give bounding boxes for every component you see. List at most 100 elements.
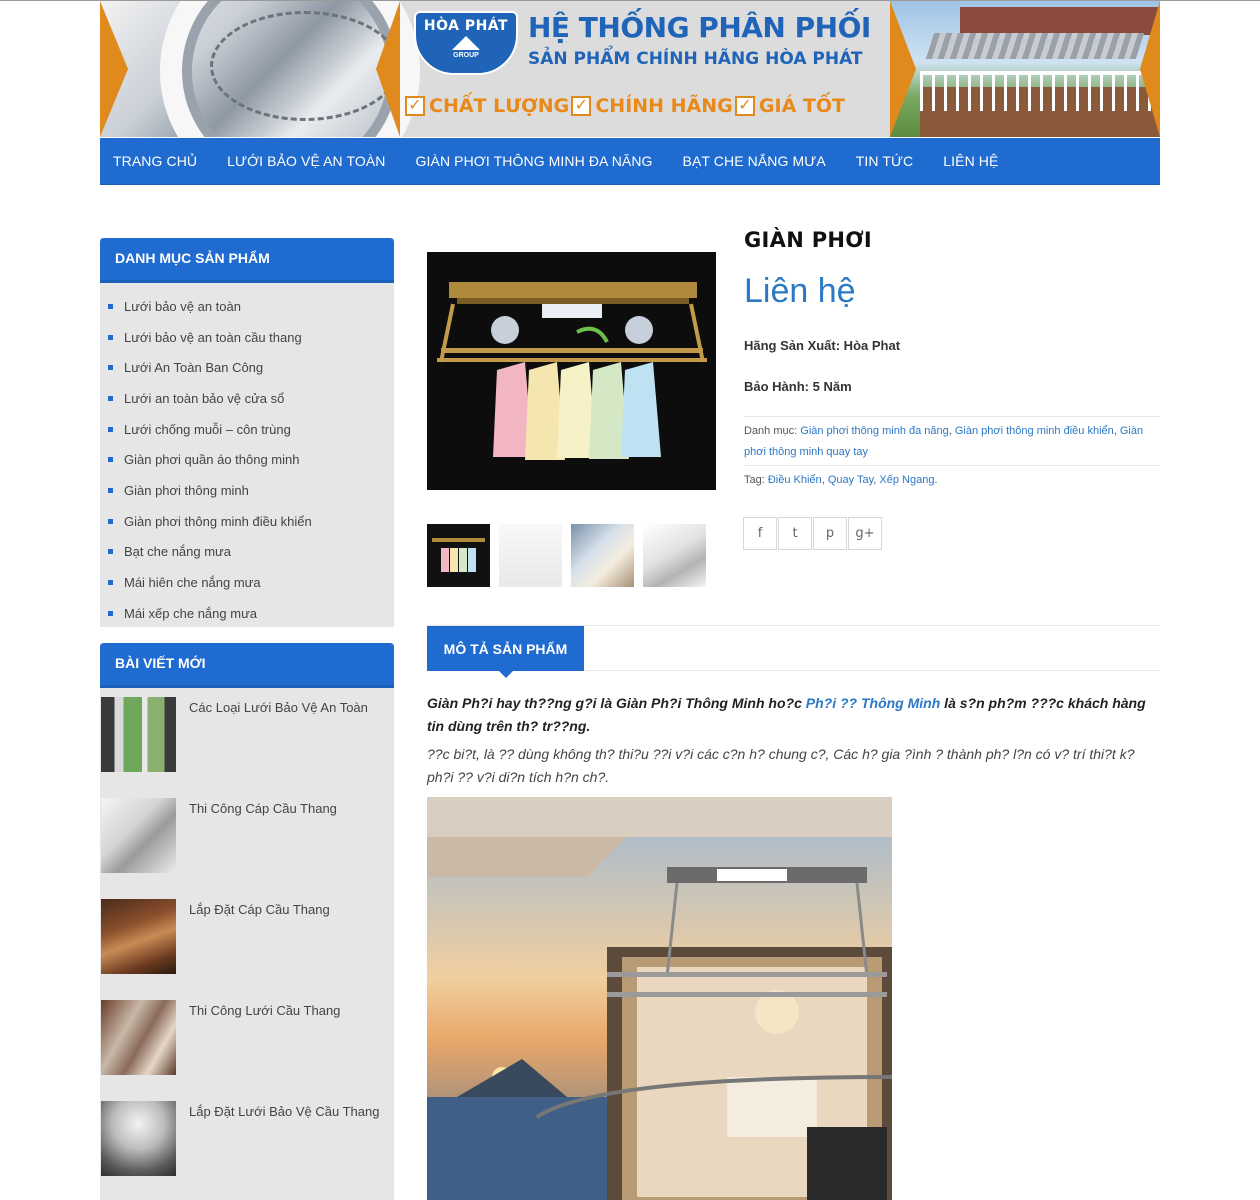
category-label[interactable]: Giàn phơi thông minh điều khiển [124,514,312,529]
post-item[interactable]: Thi Công Lưới Cầu Thang [100,1000,394,1101]
description-paragraph: ??c bi?t, là ?? dùng không th? thi?u ??i… [427,746,1135,785]
banner-awning-image [890,1,1160,137]
tag-link[interactable]: Xếp Ngang [879,474,934,486]
banner-chevron-right-2 [1140,1,1160,137]
check-icon: ✓ [571,96,592,116]
category-label[interactable]: Lưới An Toàn Ban Công [124,360,263,375]
category-item[interactable]: Lưới chống muỗi – côn trùng [108,414,394,445]
category-item[interactable]: Giàn phơi quần áo thông minh [108,444,394,475]
category-item[interactable]: Lưới an toàn bảo vệ cửa sổ [108,383,394,414]
post-thumbnail[interactable] [101,1101,176,1176]
bullet-icon [108,580,113,586]
main-nav: TRANG CHỦ LƯỚI BẢO VỆ AN TOÀN GIÀN PHƠI … [100,138,1160,185]
logo-group-text: GROUP [453,52,479,59]
category-label[interactable]: Lưới bảo vệ an toàn cầu thang [124,330,302,345]
nav-safety-net[interactable]: LƯỚI BẢO VỆ AN TOÀN [227,153,385,169]
product-description-image[interactable] [427,797,892,1200]
category-item[interactable]: Mái hiên che nắng mưa [108,567,394,598]
hoa-phat-logo[interactable]: HÒA PHÁT GROUP [414,11,518,75]
thumbnail-1[interactable] [427,524,490,587]
post-title[interactable]: Thi Công Lưới Cầu Thang [189,1003,340,1018]
category-label[interactable]: Giàn phơi thông minh [124,483,249,498]
check-icon: ✓ [734,96,755,116]
category-label[interactable]: Mái hiên che nắng mưa [124,575,261,590]
twitter-icon[interactable]: t [778,517,812,550]
post-item[interactable]: Lắp Đặt Lưới Bảo Vệ Cầu Thang [100,1101,394,1200]
tab-description[interactable]: MÔ TẢ SẢN PHẨM [427,626,584,678]
bullet-icon [108,334,113,340]
product-main-image[interactable] [427,252,716,490]
nav-drying-rack[interactable]: GIÀN PHƠI THÔNG MINH ĐA NĂNG [416,153,653,169]
category-item[interactable]: Lưới An Toàn Ban Công [108,352,394,383]
badge-label: CHẤT LƯỢNG [429,95,570,117]
product-warranty: Bảo Hành: 5 Năm [744,379,852,394]
social-share: f t p g+ [743,517,883,550]
tag-link[interactable]: Quay Tay [828,474,873,486]
post-title[interactable]: Lắp Đặt Cáp Cầu Thang [189,902,330,917]
desc-link[interactable]: Ph?i ?? Thông Minh [806,695,941,711]
category-item[interactable]: Giàn phơi thông minh điều khiển [108,506,394,537]
bullet-icon [108,610,113,616]
banner-badges: ✓ CHẤT LƯỢNG ✓ CHÍNH HÃNG ✓ GIÁ TỐT [405,95,845,117]
nav-news[interactable]: TIN TỨC [856,153,914,169]
category-label[interactable]: Lưới an toàn bảo vệ cửa sổ [124,391,284,406]
badge-price: ✓ GIÁ TỐT [734,95,845,117]
category-label[interactable]: Lưới bảo vệ an toàn [124,299,241,314]
bullet-icon [108,549,113,555]
nav-home[interactable]: TRANG CHỦ [113,153,197,169]
tag-link[interactable]: Điều Khiển [768,474,822,486]
category-label[interactable]: Lưới chống muỗi – côn trùng [124,422,291,437]
post-thumbnail[interactable] [101,899,176,974]
post-title[interactable]: Thi Công Cáp Cầu Thang [189,801,337,816]
nav-awning[interactable]: BẠT CHE NẮNG MƯA [683,153,826,169]
post-thumbnail[interactable] [101,798,176,873]
drying-rack-illustration [427,252,716,490]
category-widget-title: DANH MỤC SẢN PHẨM [100,238,394,283]
badge-genuine: ✓ CHÍNH HÃNG [571,95,733,117]
product-title: GIÀN PHƠI [744,228,873,252]
category-item[interactable]: Lưới bảo vệ an toàn [108,291,394,322]
banner-chevron-left [100,1,128,137]
product-categories: Danh mục: Giàn phơi thông minh đa năng, … [744,416,1160,463]
product-tags: Tag: Điều Khiển, Quay Tay, Xếp Ngang. [744,465,1160,491]
bullet-icon [108,487,113,493]
logo-mark-icon [452,36,480,50]
balcony-scene-illustration [427,797,892,1200]
recent-posts-widget: BÀI VIẾT MỚI Các Loại Lưới Bảo Vệ An Toà… [100,643,394,1200]
thumbnail-2[interactable] [499,524,562,587]
google-plus-icon[interactable]: g+ [848,517,882,550]
post-item[interactable]: Các Loại Lưới Bảo Vệ An Toàn [100,697,394,798]
thumbnail-3[interactable] [571,524,634,587]
category-item[interactable]: Mái xếp che nắng mưa [108,598,394,629]
banner-stairwell-image [100,1,420,137]
category-link[interactable]: Giàn phơi thông minh điều khiển [955,425,1114,437]
post-thumbnail[interactable] [101,697,176,772]
category-widget: DANH MỤC SẢN PHẨM Lưới bảo vệ an toàn Lư… [100,238,394,627]
facebook-icon[interactable]: f [743,517,777,550]
category-label[interactable]: Mái xếp che nắng mưa [124,606,257,621]
bullet-icon [108,395,113,401]
category-link[interactable]: Giàn phơi thông minh đa năng [800,425,948,437]
description-intro: Giàn Ph?i hay th??ng g?i là Giàn Ph?i Th… [427,692,1160,738]
header-banner[interactable]: HÒA PHÁT GROUP HỆ THỐNG PHÂN PHỐI SẢN PH… [100,1,1160,137]
category-label[interactable]: Giàn phơi quần áo thông minh [124,452,299,467]
category-label[interactable]: Bạt che nắng mưa [124,544,231,559]
post-item[interactable]: Lắp Đặt Cáp Cầu Thang [100,899,394,1000]
category-item[interactable]: Giàn phơi thông minh [108,475,394,506]
post-title[interactable]: Lắp Đặt Lưới Bảo Vệ Cầu Thang [189,1104,379,1119]
pinterest-icon[interactable]: p [813,517,847,550]
product-manufacturer: Hãng Sản Xuất: Hòa Phat [744,338,901,353]
banner-chevron-right [890,1,916,137]
tag-meta-label: Tag: [744,474,765,486]
post-title[interactable]: Các Loại Lưới Bảo Vệ An Toàn [189,700,368,715]
recent-posts-title: BÀI VIẾT MỚI [100,643,394,688]
post-thumbnail[interactable] [101,1000,176,1075]
category-item[interactable]: Bạt che nắng mưa [108,537,394,568]
banner-subtitle: SẢN PHẨM CHÍNH HÃNG HÒA PHÁT [528,49,863,69]
nav-contact[interactable]: LIÊN HỆ [943,153,998,169]
category-item[interactable]: Lưới bảo vệ an toàn cầu thang [108,322,394,353]
category-meta-label: Danh mục: [744,425,798,437]
logo-text: HÒA PHÁT [423,18,509,34]
thumbnail-4[interactable] [643,524,706,587]
post-item[interactable]: Thi Công Cáp Cầu Thang [100,798,394,899]
